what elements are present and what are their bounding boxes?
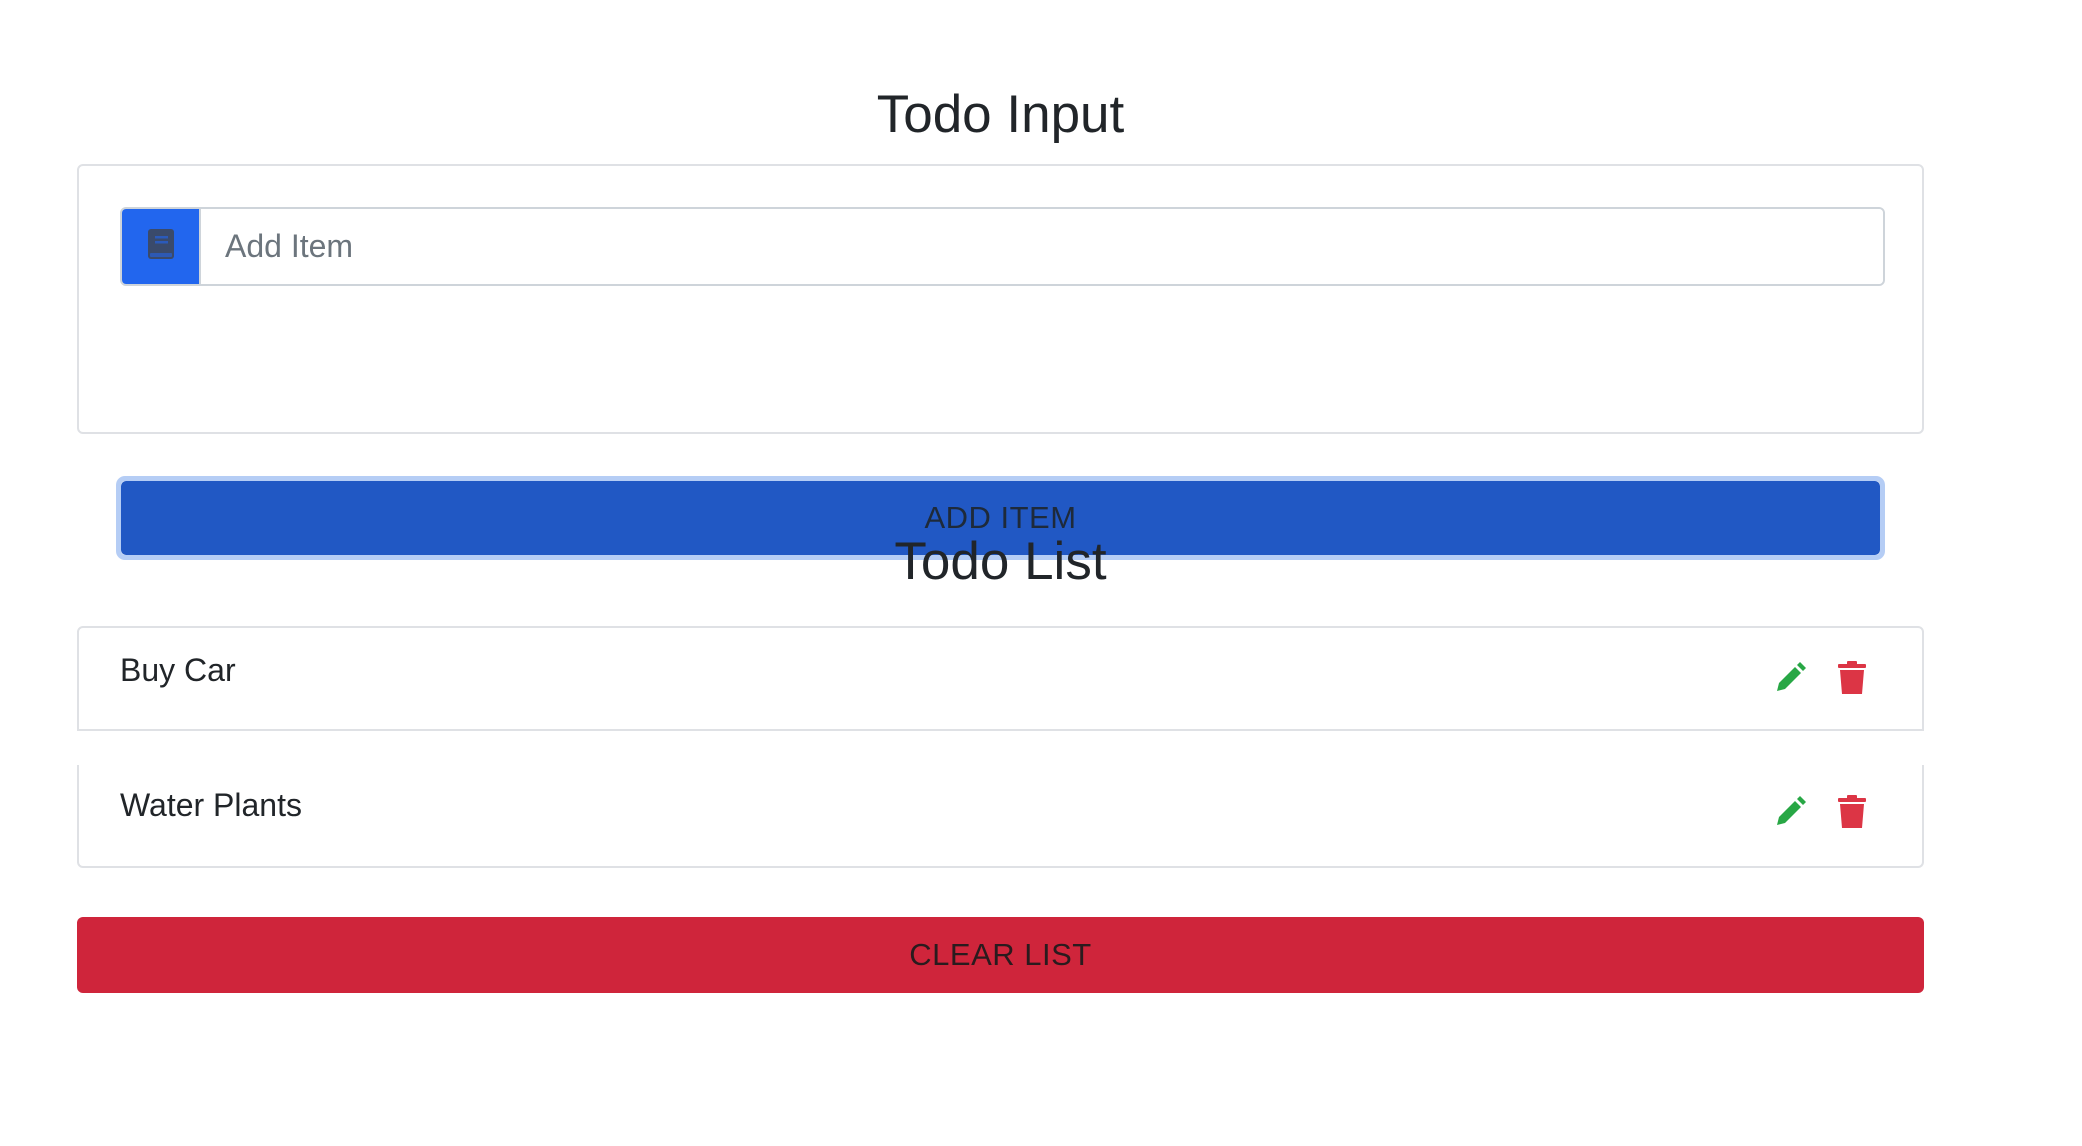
list-item: Water Plants [77,765,1924,868]
trash-icon[interactable] [1834,794,1870,830]
todo-input-card: ADD ITEM [77,164,1924,560]
main-column: Todo Input ADD ITEM [77,0,1924,1146]
add-item-input[interactable] [201,209,1883,284]
list-item: Buy Car [77,626,1924,731]
book-icon [147,229,174,264]
clear-list-button[interactable]: CLEAR LIST [77,917,1924,993]
todo-list-title: Todo List [894,532,1107,591]
list-item-actions [1772,794,1870,830]
trash-icon[interactable] [1834,660,1870,696]
add-item-input-group [120,207,1885,286]
pencil-icon[interactable] [1772,794,1808,830]
list-item-label: Water Plants [120,787,302,823]
list-item-label: Buy Car [120,652,236,688]
pencil-icon[interactable] [1772,660,1808,696]
todo-app: Todo Input ADD ITEM [0,0,2082,1146]
input-prepend [122,209,201,284]
list-item-actions [1772,660,1870,696]
todo-input-title: Todo Input [876,85,1125,144]
